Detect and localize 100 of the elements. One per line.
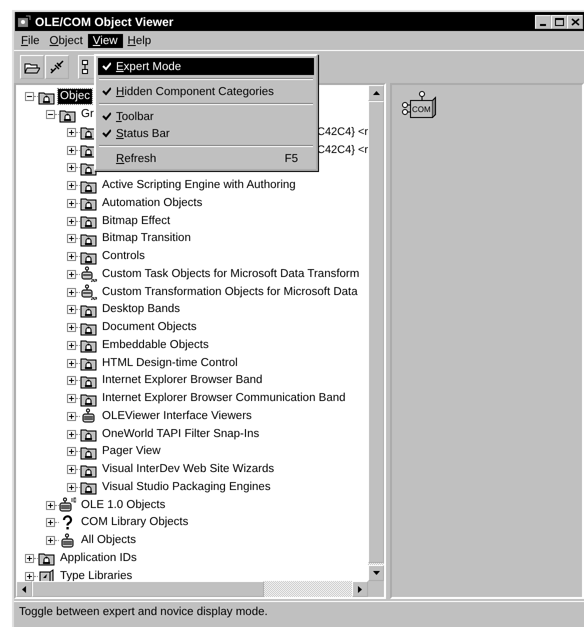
tree-item[interactable]: Bitmap Transition — [100, 231, 193, 246]
expander-box[interactable] — [67, 358, 76, 368]
plus-icon — [69, 325, 74, 330]
menu-item[interactable]: File — [16, 34, 45, 48]
tree-item[interactable]: Application IDs — [58, 550, 139, 566]
minimize-button[interactable] — [535, 14, 551, 28]
expander-box[interactable] — [67, 181, 76, 190]
tree-item[interactable]: HTML Design-time Control — [100, 356, 240, 371]
expander-box[interactable] — [67, 234, 76, 244]
expander-box[interactable] — [67, 252, 76, 262]
maximize-button[interactable] — [551, 14, 567, 28]
close-icon — [570, 18, 580, 26]
plus-icon — [69, 360, 74, 366]
menu-item[interactable]: Hidden Component Categories — [98, 83, 314, 100]
tree-item[interactable]: OLEViewer Interface Viewers — [100, 408, 254, 424]
minus-icon — [48, 112, 53, 118]
plus-icon — [69, 396, 74, 402]
network-icon — [82, 60, 88, 74]
component-icon — [59, 497, 76, 514]
plus-icon — [69, 342, 74, 348]
tree-item[interactable]: All Objects — [79, 533, 138, 548]
plus-icon — [69, 254, 74, 260]
expander-box[interactable] — [67, 323, 76, 332]
expander-box[interactable] — [25, 572, 34, 581]
plus-icon — [69, 130, 74, 135]
menu-item[interactable]: Expert Mode — [98, 58, 314, 75]
tree-item[interactable]: Gr — [79, 107, 96, 122]
scroll-left-button[interactable] — [16, 581, 32, 597]
expander-box[interactable] — [67, 305, 76, 314]
tree-item[interactable]: Desktop Bands — [100, 302, 182, 318]
expander-box[interactable] — [67, 270, 76, 279]
tree-item[interactable]: Active Scripting Engine with Authoring — [100, 178, 298, 194]
tree-item[interactable]: OneWorld TAPI Filter Snap-Ins — [100, 426, 262, 442]
expander-box[interactable] — [67, 198, 76, 208]
plus-icon — [69, 467, 74, 472]
plus-icon — [69, 148, 74, 153]
down-arrow-icon — [372, 571, 380, 575]
expander-box[interactable] — [67, 465, 76, 474]
tree-item[interactable]: Controls — [100, 249, 147, 264]
app-icon — [17, 14, 31, 28]
minus-icon — [27, 94, 32, 100]
tree-item[interactable]: Internet Explorer Browser Communication Band — [100, 391, 348, 406]
plus-icon — [69, 218, 74, 224]
menu-item[interactable]: Status Bar — [98, 125, 314, 142]
tree-item[interactable]: Pager View — [100, 444, 163, 460]
expander-box[interactable] — [67, 482, 76, 492]
plus-icon — [69, 484, 74, 490]
scroll-right-button[interactable] — [352, 581, 368, 597]
plus-icon — [27, 556, 32, 561]
tree-item[interactable]: Embeddable Objects — [100, 338, 211, 353]
book-icon — [38, 568, 55, 581]
right-arrow-icon — [358, 586, 362, 592]
expander-box[interactable] — [67, 430, 76, 439]
expander-box[interactable] — [67, 394, 76, 404]
tree-item[interactable]: Internet Explorer Browser Band — [100, 373, 264, 388]
left-arrow-icon — [22, 586, 26, 592]
expander-box[interactable] — [67, 412, 76, 421]
close-button[interactable] — [567, 14, 583, 28]
expander-box[interactable] — [46, 110, 55, 120]
expander-box[interactable] — [67, 216, 76, 226]
component-icon — [80, 408, 97, 424]
tree-item[interactable]: Bitmap Effect — [100, 214, 172, 229]
menu-item[interactable]: Help — [122, 34, 156, 48]
toolbar-button[interactable] — [20, 55, 44, 79]
menu-item[interactable]: Object — [44, 34, 88, 48]
tree-item[interactable]: Document Objects — [100, 320, 199, 336]
tree-item[interactable]: Visual Studio Packaging Engines — [100, 480, 273, 495]
expander-box[interactable] — [67, 128, 76, 137]
scroll-down-button[interactable] — [368, 565, 384, 581]
expander-box[interactable] — [25, 554, 34, 563]
expander-box[interactable] — [67, 340, 76, 350]
tree-item[interactable]: Objec — [58, 89, 92, 104]
expander-box[interactable] — [25, 92, 34, 102]
menu-item[interactable]: Refresh F5 — [98, 150, 314, 167]
tree-item[interactable]: OLE 1.0 Objects — [79, 498, 168, 513]
scroll-up-button[interactable] — [368, 85, 384, 101]
tree-item[interactable]: Custom Transformation Objects for Microsoft Data — [100, 284, 360, 300]
expander-box[interactable] — [46, 536, 55, 546]
tree-item[interactable]: COM Library Objects — [79, 515, 190, 530]
status-text: Toggle between expert and novice display mode. — [18, 604, 269, 618]
maximize-icon — [554, 18, 564, 26]
expander-box[interactable] — [67, 146, 76, 155]
toolbar-button[interactable] — [45, 55, 69, 79]
tree-item[interactable]: Type Libraries — [58, 568, 134, 581]
expander-box[interactable] — [67, 447, 76, 456]
expander-box[interactable] — [46, 500, 55, 510]
expander-box[interactable] — [67, 163, 76, 172]
tree-item[interactable]: Visual InterDev Web Site Wizards — [100, 462, 276, 478]
expander-box[interactable] — [67, 288, 76, 297]
expander-box[interactable] — [67, 376, 76, 386]
tree-item[interactable]: Custom Task Objects for Microsoft Data Transform — [100, 266, 362, 282]
tree-item[interactable]: Automation Objects — [100, 196, 204, 211]
menu-item[interactable]: Toolbar — [98, 108, 314, 125]
component-icon — [59, 532, 76, 549]
plus-icon — [27, 574, 32, 579]
plus-icon — [69, 200, 74, 206]
component-icon — [80, 284, 97, 300]
menu-item[interactable]: View — [88, 34, 123, 48]
expander-box[interactable] — [46, 518, 55, 528]
plug-icon — [49, 59, 65, 75]
